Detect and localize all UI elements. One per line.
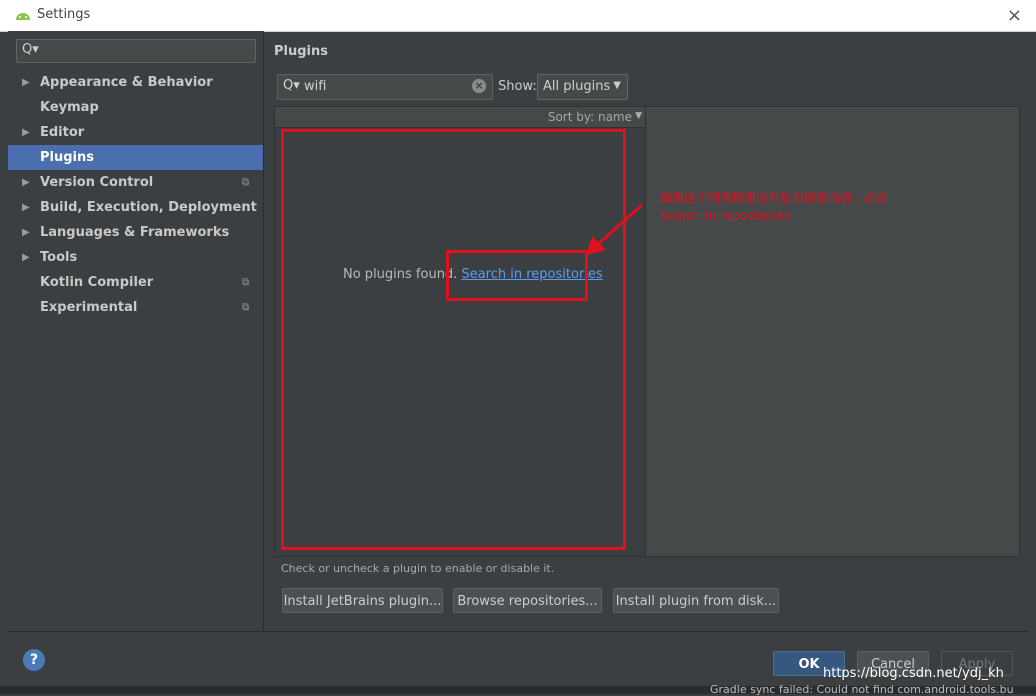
annotation-note: 如果这个列表框里没有显示搜索内容，点击 Search in repositori… xyxy=(660,189,888,225)
sidebar-item-label: Editor xyxy=(40,125,85,140)
show-filter-value: All plugins xyxy=(543,79,611,94)
plugin-search-input[interactable]: Q▾ wifi × xyxy=(277,74,493,100)
project-settings-icon: ⧉ xyxy=(242,302,250,313)
project-settings-icon: ⧉ xyxy=(242,177,250,188)
sidebar-item-build-execution-deployment[interactable]: ▶ Build, Execution, Deployment xyxy=(8,195,263,220)
settings-sidebar: Q▾ ▶ Appearance & Behavior Keymap ▶ Edit… xyxy=(8,31,264,631)
sidebar-item-plugins[interactable]: Plugins xyxy=(8,145,263,170)
show-filter-select[interactable]: All plugins ▼ xyxy=(537,74,628,100)
sidebar-item-label: Kotlin Compiler xyxy=(40,275,154,290)
sidebar-item-keymap[interactable]: Keymap xyxy=(8,95,263,120)
watermark: https://blog.csdn.net/ydj_kh xyxy=(823,666,1004,681)
background-ide-strip: Gradle sync failed: Could not find com.a… xyxy=(0,683,1036,696)
annotation-arrow-icon xyxy=(586,203,643,255)
sidebar-search-input[interactable]: Q▾ xyxy=(16,39,256,63)
sidebar-item-editor[interactable]: ▶ Editor xyxy=(8,120,263,145)
window-title: Settings xyxy=(37,7,91,22)
sidebar-item-appearance-behavior[interactable]: ▶ Appearance & Behavior xyxy=(8,70,263,95)
sidebar-item-label: Experimental xyxy=(40,300,138,315)
sidebar-item-label: Languages & Frameworks xyxy=(40,225,230,240)
sort-control[interactable]: Sort by: name ▼ xyxy=(275,107,646,128)
expand-arrow-icon: ▶ xyxy=(22,127,30,138)
install-plugin-from-disk-button[interactable]: Install plugin from disk... xyxy=(613,588,779,613)
annotation-line-1: 如果这个列表框里没有显示搜索内容，点击 xyxy=(660,191,889,205)
title-bar: Settings × xyxy=(0,0,1036,32)
expand-arrow-icon: ▶ xyxy=(22,227,30,238)
show-label: Show: xyxy=(498,79,537,94)
annotation-line-2: Search in repositories xyxy=(660,209,791,223)
sidebar-item-label: Tools xyxy=(40,250,78,265)
search-value: wifi xyxy=(304,79,327,94)
page-title: Plugins xyxy=(274,44,328,59)
expand-arrow-icon: ▶ xyxy=(22,252,30,263)
annotation-list-highlight xyxy=(281,129,626,550)
close-icon[interactable]: × xyxy=(1007,5,1022,26)
search-icon: Q▾ xyxy=(283,78,300,93)
chevron-down-icon: ▼ xyxy=(635,111,642,121)
sidebar-item-label: Appearance & Behavior xyxy=(40,75,213,90)
sidebar-item-version-control[interactable]: ▶ Version Control ⧉ xyxy=(8,170,263,195)
expand-arrow-icon: ▶ xyxy=(22,77,30,88)
annotation-link-highlight xyxy=(446,250,588,301)
sidebar-item-label: Keymap xyxy=(40,100,99,115)
sidebar-item-kotlin-compiler[interactable]: Kotlin Compiler ⧉ xyxy=(8,270,263,295)
sidebar-item-languages-frameworks[interactable]: ▶ Languages & Frameworks xyxy=(8,220,263,245)
plugin-detail-panel xyxy=(645,106,1020,557)
android-icon xyxy=(16,13,30,20)
sort-label: Sort by: name xyxy=(547,110,632,124)
hint-text: Check or uncheck a plugin to enable or d… xyxy=(281,562,555,575)
project-settings-icon: ⧉ xyxy=(242,277,250,288)
chevron-down-icon: ▼ xyxy=(613,80,621,91)
expand-arrow-icon: ▶ xyxy=(22,202,30,213)
expand-arrow-icon: ▶ xyxy=(22,177,30,188)
search-icon: Q▾ xyxy=(22,42,39,57)
browse-repositories-button[interactable]: Browse repositories... xyxy=(453,588,602,613)
help-icon[interactable]: ? xyxy=(23,649,45,671)
background-log-text: Gradle sync failed: Could not find com.a… xyxy=(710,683,1014,696)
sidebar-item-tools[interactable]: ▶ Tools xyxy=(8,245,263,270)
sidebar-item-label: Build, Execution, Deployment xyxy=(40,200,257,215)
sidebar-item-label: Version Control xyxy=(40,175,154,190)
sidebar-item-label: Plugins xyxy=(40,150,94,165)
clear-icon[interactable]: × xyxy=(472,79,486,93)
sidebar-item-experimental[interactable]: Experimental ⧉ xyxy=(8,295,263,320)
install-jetbrains-plugin-button[interactable]: Install JetBrains plugin... xyxy=(282,588,443,613)
